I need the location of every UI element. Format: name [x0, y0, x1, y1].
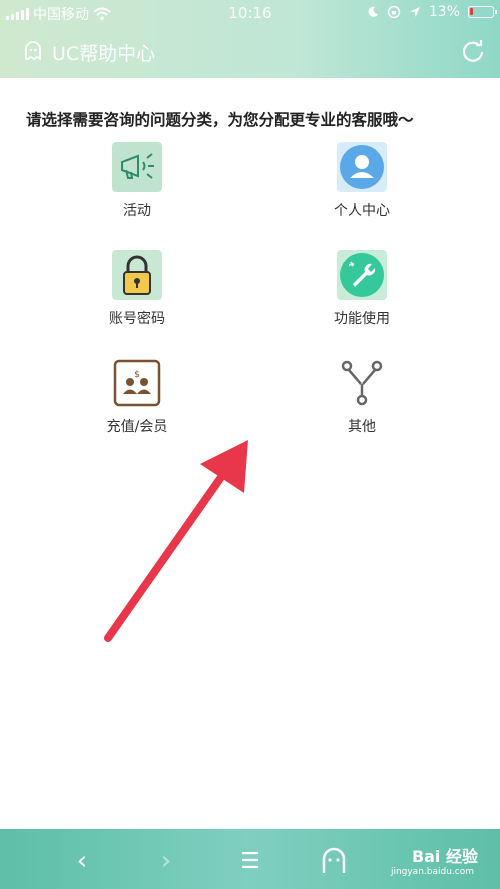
category-activity[interactable]: 活动 [72, 142, 202, 220]
category-label: 活动 [123, 203, 151, 219]
rotation-lock-icon [387, 5, 401, 19]
uc-home-icon[interactable] [316, 843, 352, 879]
category-account-password[interactable]: 账号密码 [72, 250, 202, 328]
battery-fill [470, 8, 473, 15]
category-label: 个人中心 [334, 203, 390, 219]
branch-icon [341, 360, 383, 406]
annotation-arrow-icon [104, 440, 248, 642]
category-other[interactable]: 其他 [297, 358, 427, 436]
location-icon [409, 7, 420, 17]
members-icon: $ [113, 359, 161, 407]
category-label: 充值/会员 [106, 419, 168, 435]
category-label: 其他 [348, 419, 376, 435]
svg-text:$: $ [134, 370, 140, 380]
person-icon [337, 142, 387, 192]
moon-icon [368, 6, 378, 17]
battery-icon [468, 6, 497, 18]
status-bar: 中国移动 10:16 13% [0, 0, 500, 26]
forward-button[interactable]: › [148, 843, 184, 879]
baidu-watermark-url: jingyan.baidu.com [390, 867, 474, 877]
back-button[interactable]: ‹ [64, 843, 100, 879]
status-right: 13% [367, 4, 497, 20]
baidu-watermark: Bai 经验 [411, 847, 478, 866]
wrench-icon [337, 250, 387, 300]
title-bar: UC帮助中心 [0, 26, 500, 78]
refresh-icon[interactable] [460, 38, 486, 64]
category-features[interactable]: 功能使用 [297, 250, 427, 328]
lock-icon [112, 250, 162, 300]
category-label: 功能使用 [334, 311, 390, 327]
battery-percent: 13% [428, 4, 460, 20]
category-recharge-vip[interactable]: $ 充值/会员 [72, 358, 202, 436]
bottom-nav-bar: ‹ › ☰ Bai 经验 jingyan.baidu.com [0, 829, 500, 889]
menu-button[interactable]: ☰ [232, 843, 268, 879]
uc-logo-icon [25, 41, 41, 61]
megaphone-icon [112, 142, 162, 192]
category-personal-center[interactable]: 个人中心 [297, 142, 427, 220]
page-title: UC帮助中心 [52, 43, 156, 65]
category-label: 账号密码 [109, 311, 165, 327]
category-prompt: 请选择需要咨询的问题分类，为您分配更专业的客服哦～ [26, 111, 414, 129]
